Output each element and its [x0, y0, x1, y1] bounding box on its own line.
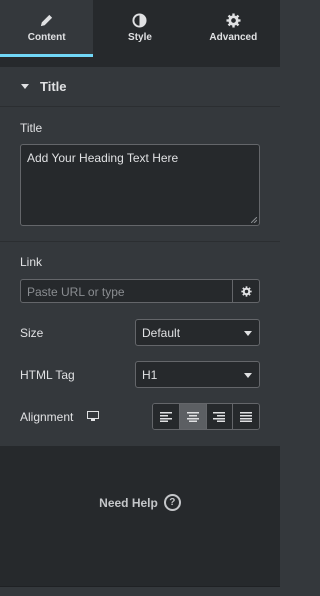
- align-justify-button[interactable]: [233, 404, 259, 429]
- chevron-down-icon: [244, 331, 252, 336]
- link-options-button[interactable]: [233, 279, 260, 303]
- pencil-icon: [41, 14, 53, 27]
- link-url-input[interactable]: Paste URL or type: [20, 279, 233, 303]
- section-title-toggle[interactable]: Title: [0, 67, 280, 107]
- align-left-button[interactable]: [153, 404, 180, 429]
- question-icon: ?: [163, 494, 181, 511]
- link-label: Link: [20, 255, 43, 269]
- align-left-icon: [159, 411, 172, 422]
- gear-icon: [240, 285, 252, 297]
- resize-handle-icon[interactable]: [251, 217, 257, 223]
- title-textarea[interactable]: Add Your Heading Text Here: [20, 144, 260, 226]
- align-right-icon: [213, 411, 226, 422]
- title-textarea-value: Add Your Heading Text Here: [27, 151, 179, 165]
- panel-footer: [0, 586, 280, 596]
- contrast-icon: [132, 13, 148, 28]
- panel-tabs: Content Style Advanced: [0, 0, 280, 57]
- gear-icon: [226, 13, 241, 28]
- html-tag-select-value: H1: [142, 368, 158, 382]
- need-help-label: Need Help: [99, 495, 158, 510]
- align-right-button[interactable]: [206, 404, 234, 429]
- html-tag-select[interactable]: H1: [135, 361, 260, 388]
- link-url-placeholder: Paste URL or type: [27, 285, 125, 299]
- size-select[interactable]: Default: [135, 319, 260, 346]
- tab-content-label: Content: [27, 32, 66, 43]
- title-label: Title: [20, 121, 43, 135]
- divider: [0, 241, 280, 242]
- align-center-button[interactable]: [179, 404, 207, 429]
- caret-down-icon: [21, 84, 29, 89]
- alignment-choices: [152, 403, 260, 430]
- tab-style[interactable]: Style: [93, 0, 186, 57]
- align-justify-icon: [240, 411, 253, 422]
- html-tag-label: HTML Tag: [20, 368, 75, 382]
- tab-advanced-label: Advanced: [209, 32, 258, 43]
- help-area: [0, 446, 280, 586]
- section-title: Title: [40, 79, 67, 94]
- alignment-label: Alignment: [20, 410, 74, 424]
- tab-style-label: Style: [128, 32, 152, 43]
- tabs-gap: [0, 57, 280, 67]
- need-help-link[interactable]: Need Help ?: [0, 494, 280, 511]
- tab-content[interactable]: Content: [0, 0, 94, 57]
- chevron-down-icon: [244, 373, 252, 378]
- size-select-value: Default: [142, 326, 181, 340]
- desktop-icon[interactable]: [87, 411, 99, 422]
- size-label: Size: [20, 326, 44, 340]
- align-center-icon: [186, 411, 199, 422]
- tab-advanced[interactable]: Advanced: [187, 0, 280, 57]
